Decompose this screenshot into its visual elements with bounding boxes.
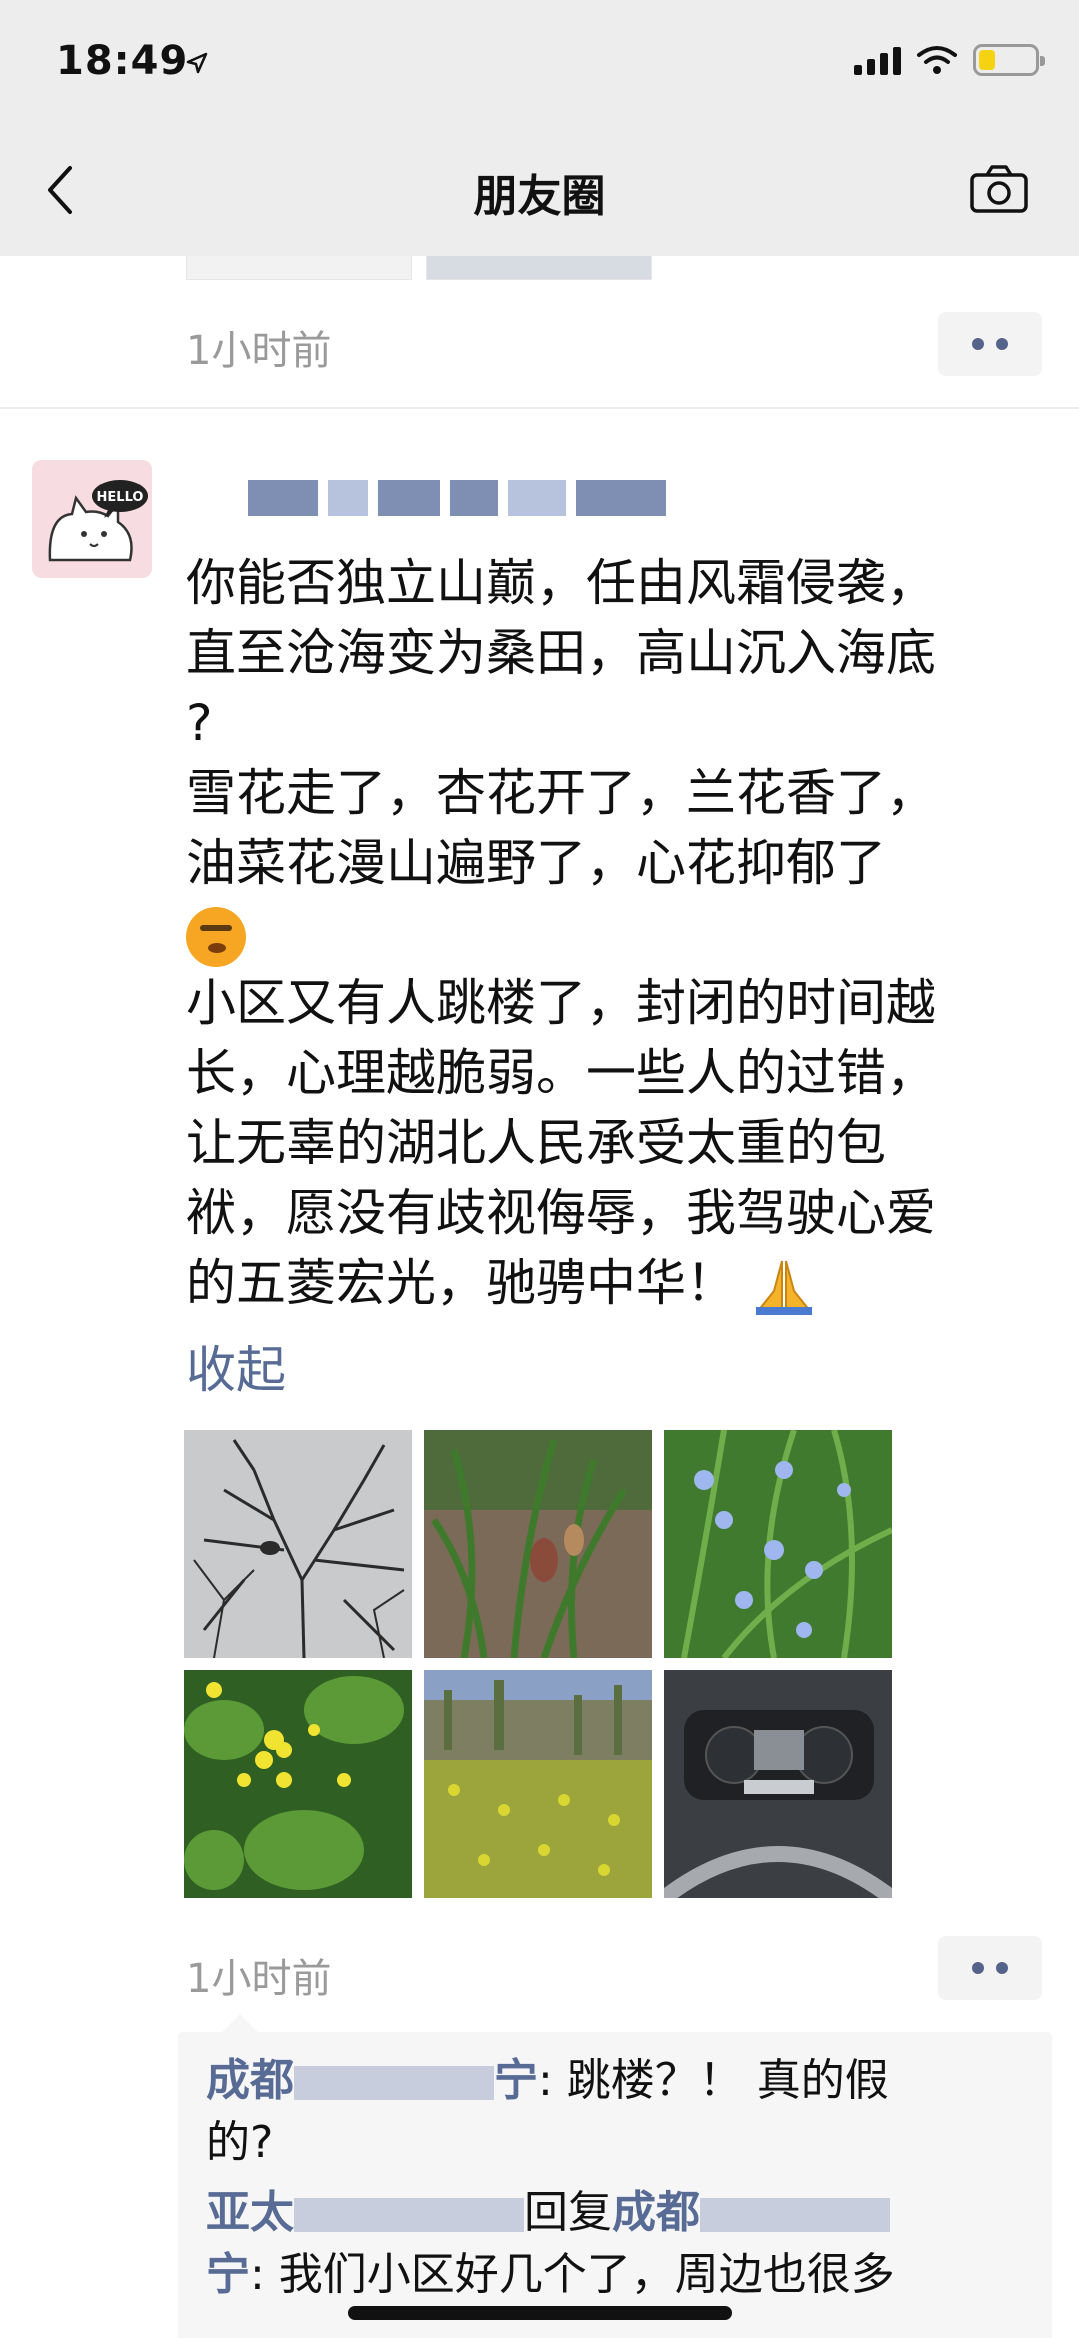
signal-icon [854, 45, 901, 75]
post-paragraph-1: 你能否独立山巅，任由风霜侵袭， 直至沧海变为桑田，高山沉入海底 ? [186, 554, 936, 752]
wifi-icon [917, 46, 957, 74]
avatar-text: HELLO [97, 490, 144, 505]
home-indicator[interactable] [348, 2306, 732, 2320]
post-divider [0, 407, 1079, 409]
comment-author[interactable]: 亚太 [206, 2187, 524, 2238]
previous-post-more-button[interactable] [938, 312, 1042, 376]
photo-car-dashboard[interactable] [664, 1670, 892, 1898]
post-paragraph-3: 小区又有人跳楼了，封闭的时间越 长，心理越脆弱。一些人的过错， 让无辜的湖北人民… [186, 974, 936, 1312]
previous-thumbnail[interactable] [426, 256, 652, 280]
photo-bare-tree[interactable] [184, 1430, 412, 1658]
location-arrow-icon [186, 52, 208, 74]
post-more-button[interactable] [938, 1936, 1042, 2000]
avatar[interactable]: HELLO [32, 460, 152, 578]
unamused-face-emoji-icon [186, 906, 246, 967]
battery-icon [973, 44, 1045, 76]
photo-rapeseed-field[interactable] [424, 1670, 652, 1898]
comment-text-continued: 的? [206, 2117, 274, 2168]
photo-grid [184, 1430, 896, 1898]
comment-item[interactable]: 成都 宁: 跳楼？！ 真的假 的? [206, 2050, 1036, 2174]
post-text: 你能否独立山巅，任由风霜侵袭， 直至沧海变为桑田，高山沉入海底 ? 雪花走了，杏… [186, 548, 1066, 1318]
previous-post-thumbnails[interactable] [186, 256, 652, 280]
status-time: 18:49 [56, 38, 189, 84]
photo-orchid[interactable] [424, 1430, 652, 1658]
comments-section: 成都 宁: 跳楼？！ 真的假 的? 亚太 回复成都 宁: 我们小区好几个了，周边也很… [178, 2014, 1052, 2338]
comment-text: : 跳楼？！ 真的假 [538, 2055, 889, 2106]
reply-target[interactable]: 成都 [612, 2187, 890, 2238]
previous-post-time: 1小时前 [186, 328, 332, 374]
post-paragraph-2: 雪花走了，杏花开了，兰花香了， 油菜花漫山遍野了，心花抑郁了 [186, 764, 936, 892]
cat-avatar-icon: HELLO [32, 460, 152, 578]
collapse-link[interactable]: 收起 [186, 1330, 286, 1402]
reply-label: 回复 [524, 2187, 612, 2238]
photo-blue-flowers[interactable] [664, 1430, 892, 1658]
photo-rapeseed-flowers[interactable] [184, 1670, 412, 1898]
dot-icon [996, 338, 1008, 350]
page-title: 朋友圈 [473, 171, 606, 222]
dot-icon [972, 1962, 984, 1974]
comment-author[interactable]: 成都宁 [206, 2055, 538, 2106]
comment-text: : 我们小区好几个了，周边也很多 [250, 2249, 895, 2300]
folded-hands-emoji-icon [755, 1260, 812, 1315]
previous-thumbnail[interactable] [186, 256, 412, 280]
battery-level [979, 50, 995, 70]
comment-item[interactable]: 亚太 回复成都 宁: 我们小区好几个了，周边也很多 [206, 2182, 1036, 2306]
status-icons [854, 44, 1045, 76]
dot-icon [996, 1962, 1008, 1974]
post-time: 1小时前 [186, 1956, 332, 2002]
nickname-redacted[interactable] [248, 480, 666, 516]
camera-icon[interactable] [969, 163, 1029, 215]
top-bar: 18:49 朋友圈 [0, 0, 1079, 256]
dot-icon [972, 338, 984, 350]
reply-target-suffix[interactable]: 宁 [206, 2249, 250, 2300]
